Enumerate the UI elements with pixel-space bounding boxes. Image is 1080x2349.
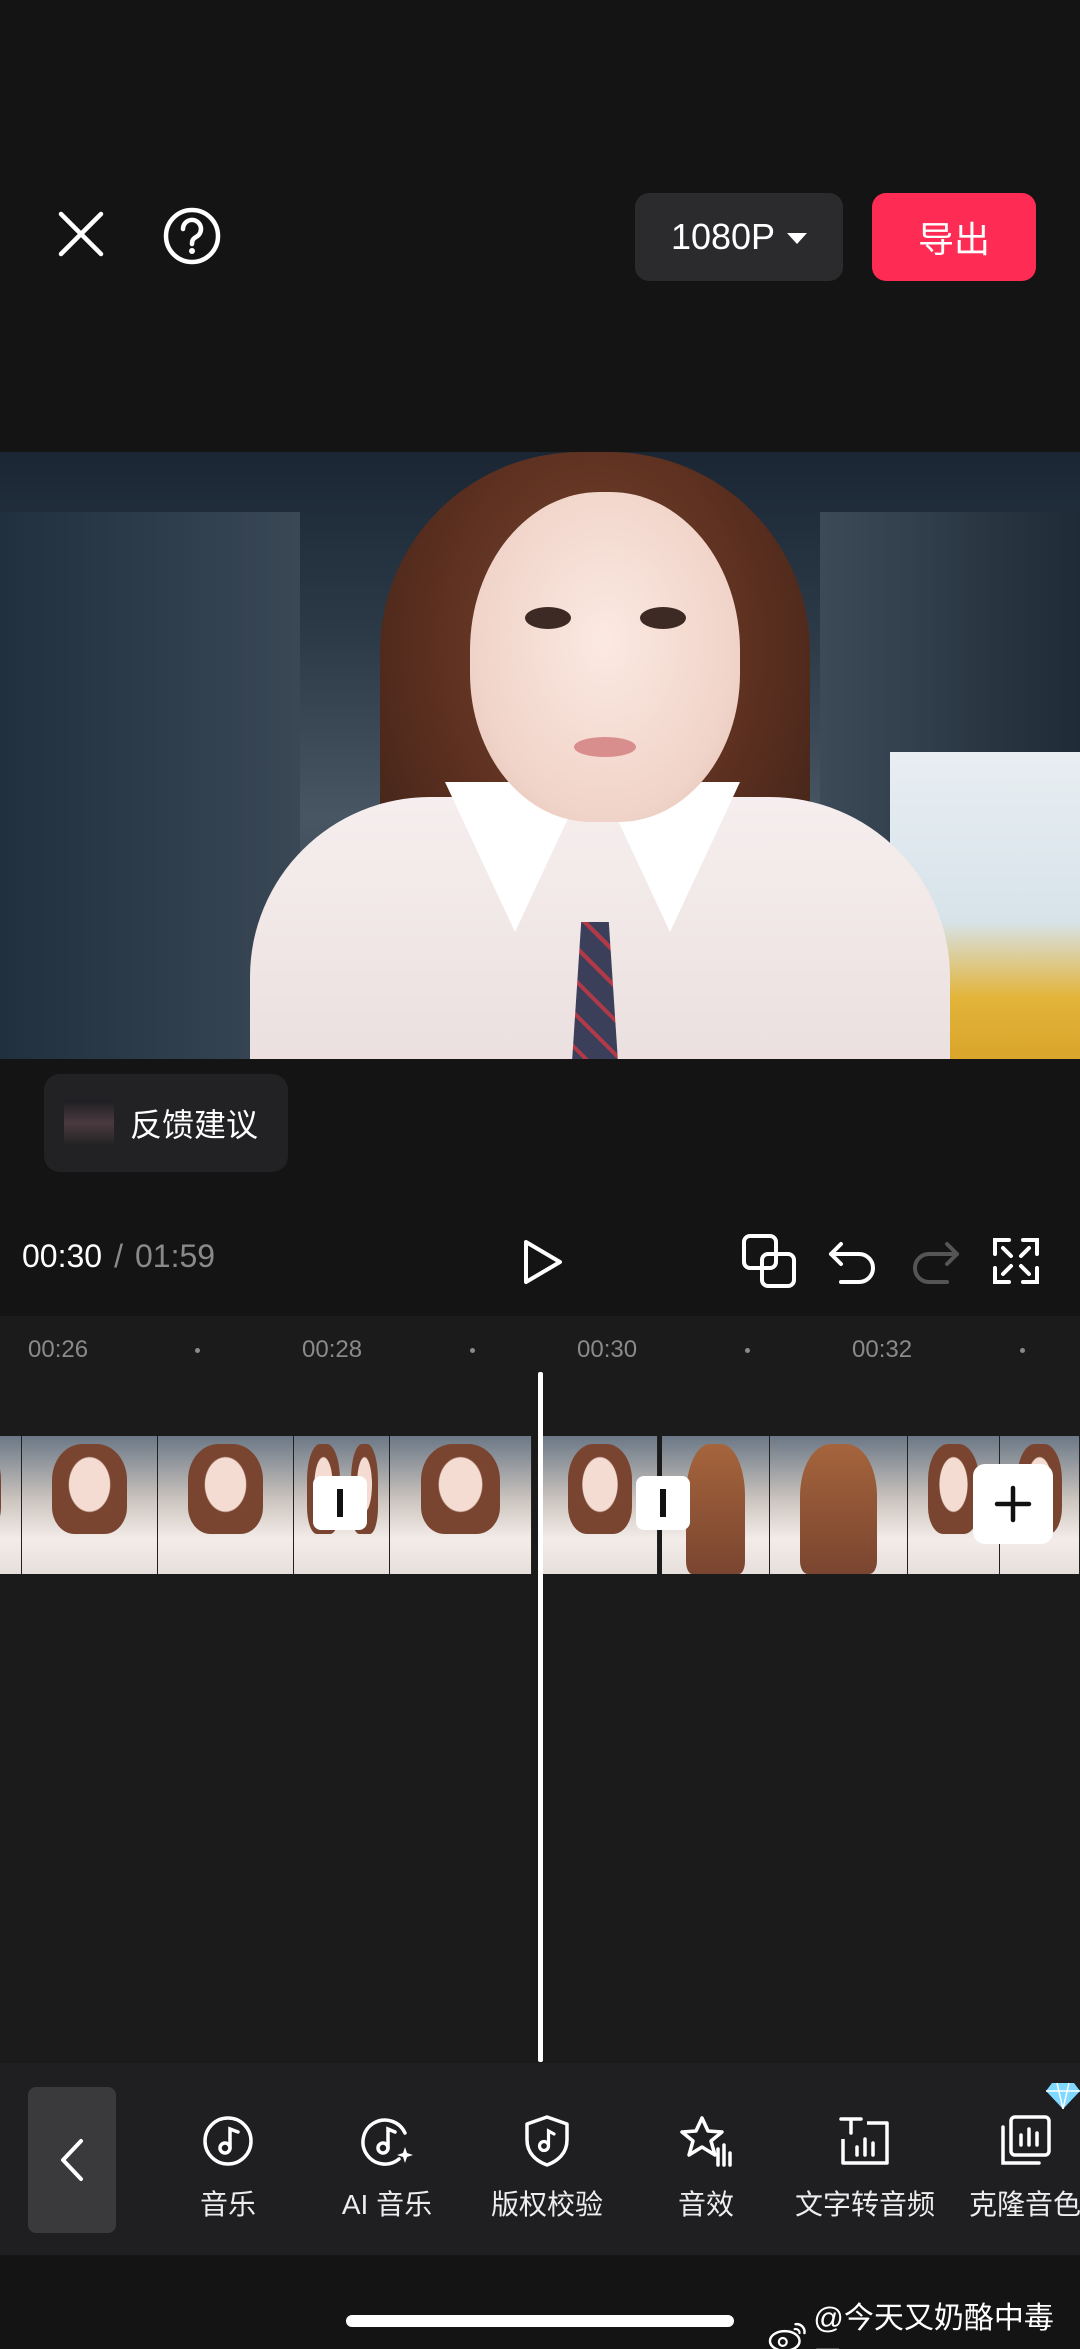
time-display: 00:30 / 01:59 (22, 1238, 215, 1275)
tool-label: 音乐 (199, 2189, 256, 2220)
playback-controls: 00:30 / 01:59 (0, 1200, 1080, 1320)
clone-voice-icon (1001, 2115, 1051, 2165)
tool-clone-voice[interactable]: 克隆音色 (950, 2113, 1080, 2223)
watermark: @今天又奶酪中毒了 (768, 2293, 1080, 2349)
play-icon[interactable] (515, 1235, 569, 1289)
toolbar-back-button[interactable] (28, 2087, 116, 2233)
close-icon[interactable] (50, 203, 112, 265)
current-time: 00:30 (22, 1238, 103, 1274)
ruler-dot (470, 1348, 475, 1353)
premium-diamond-icon (1046, 2082, 1080, 2110)
preview-subject-face (470, 492, 740, 822)
tool-label: AI 音乐 (341, 2189, 433, 2220)
copyright-shield-icon (525, 2115, 569, 2167)
clip-frame (158, 1436, 294, 1574)
undo-icon[interactable] (822, 1230, 884, 1292)
ruler-dot (745, 1348, 750, 1353)
video-clip[interactable] (0, 1436, 340, 1574)
help-icon[interactable] (159, 203, 225, 269)
caret-down-icon (787, 233, 808, 244)
export-button[interactable]: 导出 (872, 193, 1036, 281)
watermark-text: @今天又奶酪中毒了 (813, 2302, 1054, 2349)
tool-label: 音效 (677, 2189, 734, 2220)
preview-subject-eye (525, 607, 571, 629)
transition-button[interactable] (313, 1476, 367, 1530)
resolution-label: 1080P (670, 216, 776, 257)
ruler-label: 00:28 (302, 1336, 363, 1363)
tool-text-to-audio[interactable]: 文字转音频 (790, 2113, 940, 2223)
tool-music[interactable]: 音乐 (153, 2113, 303, 2223)
clip-frame (22, 1436, 158, 1574)
tool-copyright-check[interactable]: 版权校验 (472, 2113, 622, 2223)
timeline[interactable]: 00:26 00:28 00:30 00:32 (0, 1316, 1080, 2063)
ai-music-icon (361, 2118, 413, 2166)
total-time: 01:59 (134, 1238, 216, 1274)
top-bar: 1080P 导出 (0, 0, 1080, 452)
clip-frame (390, 1436, 532, 1574)
preview-subject-eye (640, 607, 686, 629)
transition-button[interactable] (636, 1476, 690, 1530)
ruler-dot (195, 1348, 200, 1353)
time-ruler: 00:26 00:28 00:30 00:32 (0, 1316, 1080, 1376)
preview-subject-lips (574, 737, 636, 757)
feedback-thumbnail (64, 1100, 114, 1146)
tool-sound-effects[interactable]: 音效 (631, 2113, 781, 2223)
feedback-button[interactable]: 反馈建议 (44, 1074, 288, 1172)
add-clip-button[interactable] (973, 1464, 1053, 1544)
resolution-dropdown[interactable]: 1080P (635, 193, 843, 281)
ruler-label: 00:26 (28, 1336, 89, 1363)
video-clip[interactable] (340, 1436, 532, 1574)
feedback-label: 反馈建议 (130, 1107, 259, 1143)
tool-label: 文字转音频 (794, 2189, 935, 2220)
weibo-logo-icon (768, 2322, 806, 2349)
audio-toolbar: 音乐 AI 音乐 版权校验 音效 文字转音频 克隆音色 (0, 2063, 1080, 2255)
video-clip[interactable] (662, 1436, 908, 1574)
playhead[interactable] (538, 1372, 543, 2062)
picture-in-picture-icon[interactable] (738, 1230, 800, 1292)
clip-frame (0, 1436, 22, 1574)
home-indicator[interactable] (346, 2315, 734, 2327)
plus-icon (994, 1485, 1032, 1523)
tool-label: 版权校验 (490, 2189, 603, 2220)
fullscreen-icon[interactable] (985, 1230, 1047, 1292)
text-to-audio-icon (839, 2117, 889, 2165)
sound-effect-star-icon (680, 2116, 732, 2167)
tool-label: 克隆音色 (968, 2189, 1080, 2220)
clip-frame (770, 1436, 908, 1574)
time-separator: / (114, 1238, 123, 1274)
tool-ai-music[interactable]: AI 音乐 (312, 2113, 462, 2223)
redo-icon[interactable] (904, 1230, 966, 1292)
ruler-label: 00:30 (577, 1336, 638, 1363)
video-preview[interactable] (0, 452, 1080, 1059)
chevron-left-icon (61, 2139, 83, 2181)
music-note-icon (203, 2116, 253, 2166)
ruler-dot (1020, 1348, 1025, 1353)
ruler-label: 00:32 (852, 1336, 913, 1363)
system-bottom-bar: @今天又奶酪中毒了 (0, 2255, 1080, 2349)
